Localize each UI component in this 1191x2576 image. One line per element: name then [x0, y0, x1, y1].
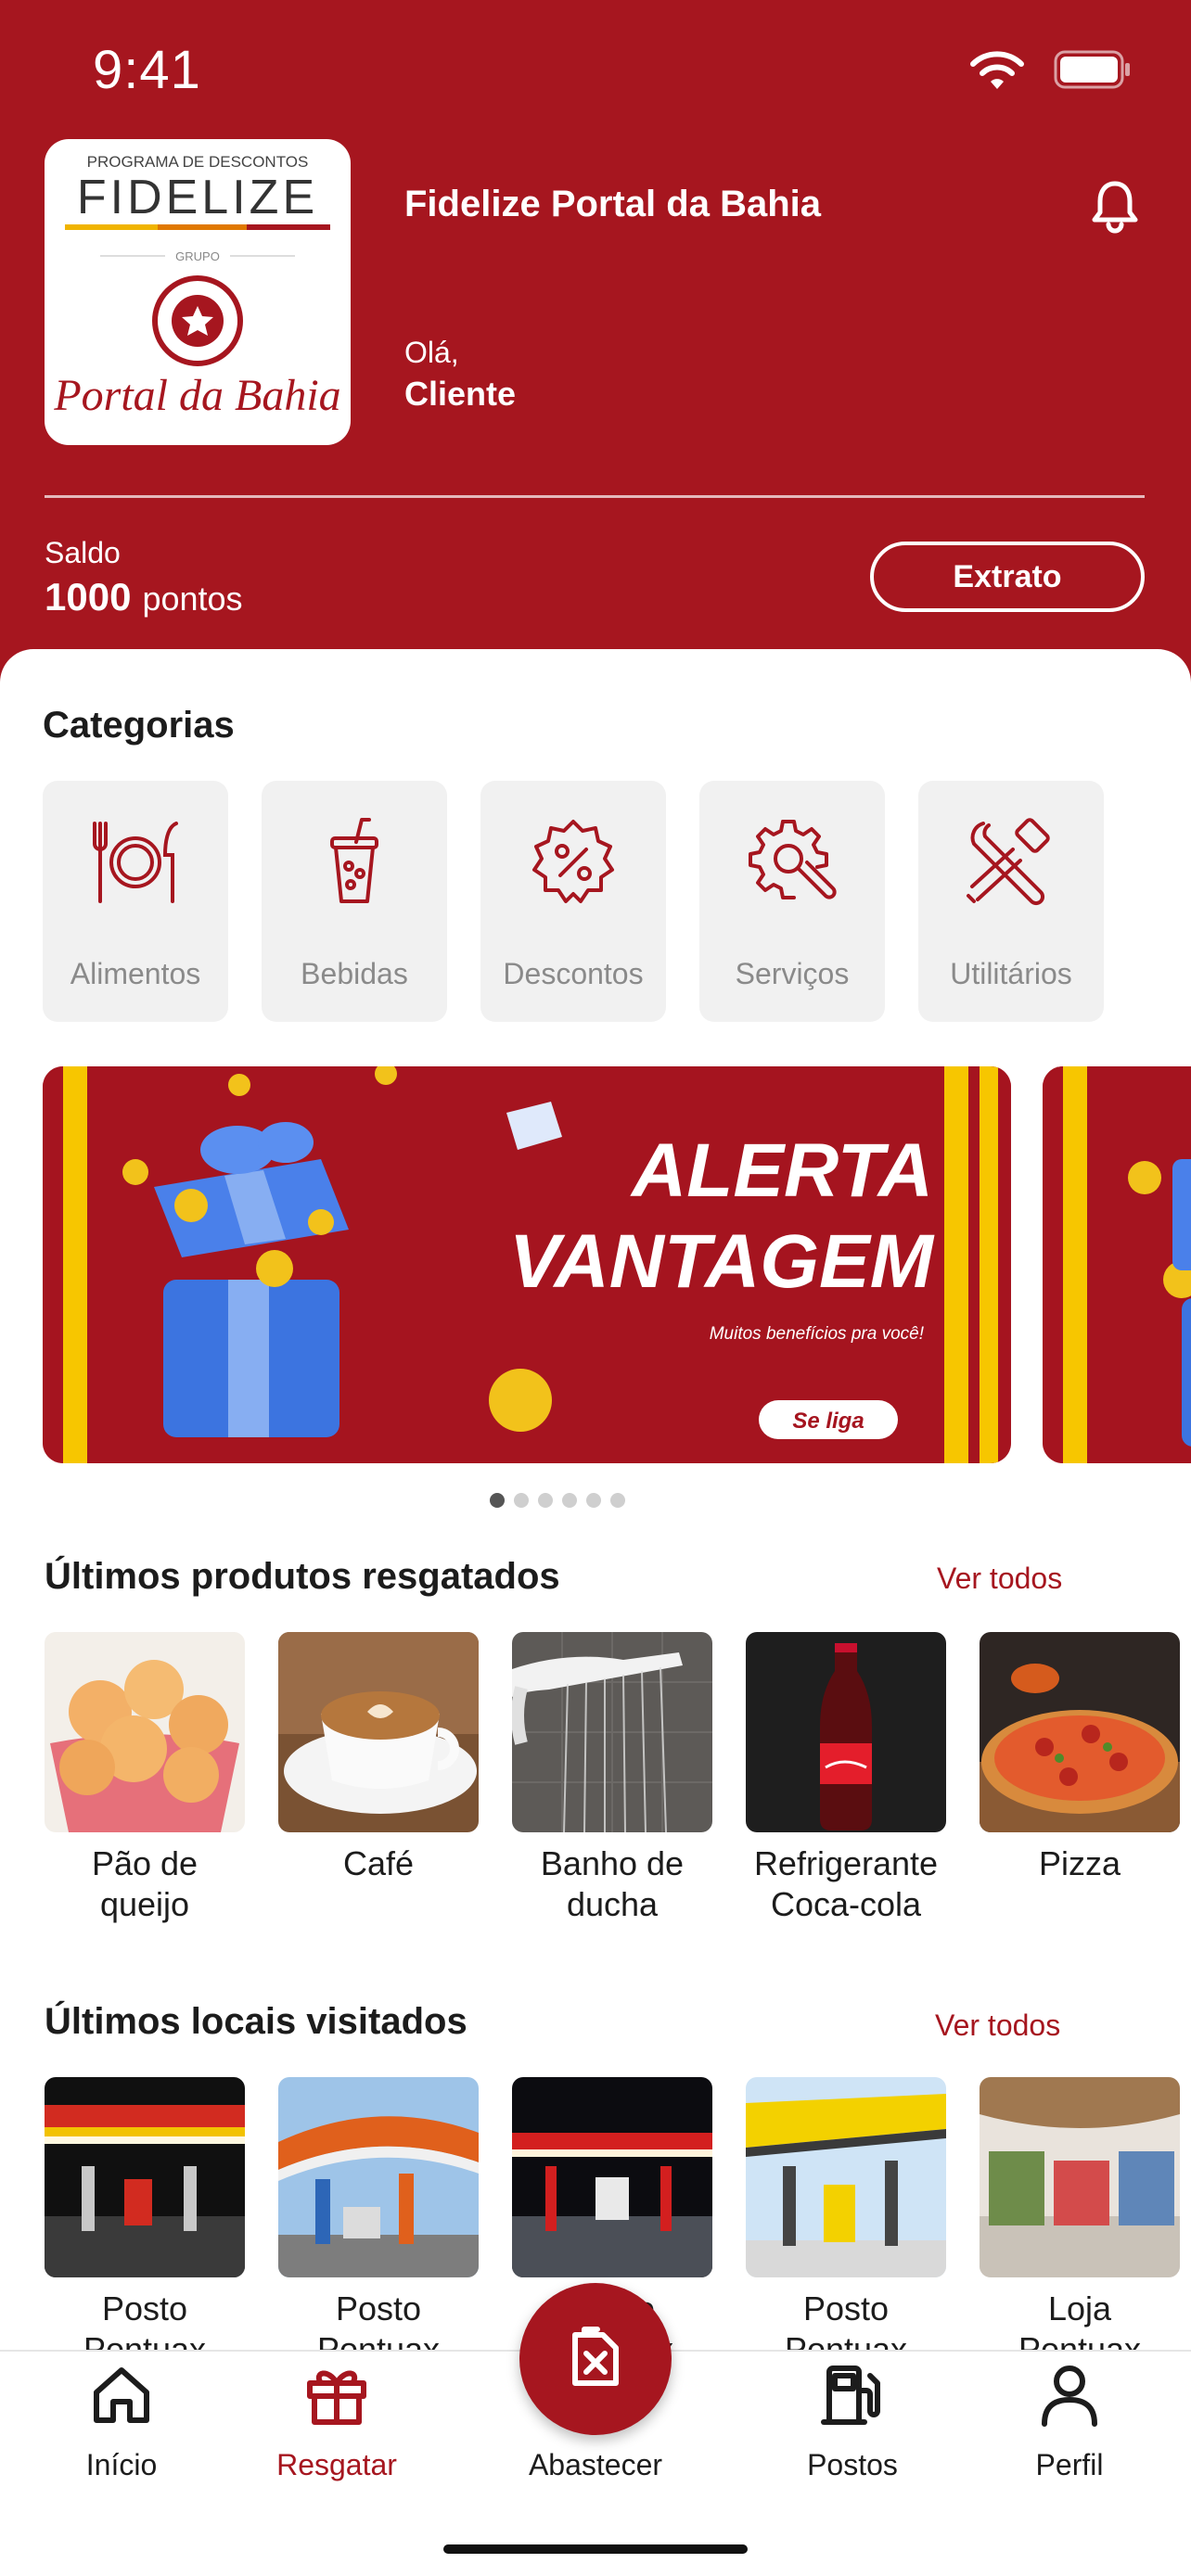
- place-name-line1: Posto: [802, 2289, 890, 2327]
- user-icon: [1042, 2366, 1097, 2427]
- product-name-line1: Pizza: [1038, 1844, 1121, 1882]
- banner-line2: VANTAGEM: [509, 1219, 935, 1304]
- nav-label: Resgatar: [276, 2448, 397, 2481]
- balance-value: 1000: [45, 575, 132, 618]
- place-name-line1: Posto: [101, 2289, 188, 2327]
- abastecer-button[interactable]: [519, 2283, 672, 2435]
- place-card[interactable]: Posto Pontuax: [746, 2077, 946, 2370]
- category-bebidas[interactable]: Bebidas: [262, 781, 447, 1022]
- home-indicator: [443, 2544, 748, 2554]
- product-image-pao-de-queijo: [45, 1632, 245, 1832]
- promo-banner-next[interactable]: [1043, 1066, 1191, 1463]
- carousel-dot[interactable]: [562, 1493, 577, 1508]
- gear-wrench-icon: [749, 820, 837, 899]
- percent-badge-icon: [532, 820, 614, 903]
- fuel-can-icon: [572, 2327, 619, 2386]
- banner-line1: ALERTA: [630, 1129, 933, 1213]
- product-image-coca-cola: [746, 1632, 946, 1832]
- categories-title: Categorias: [43, 705, 235, 746]
- product-card[interactable]: Pizza: [980, 1632, 1180, 1884]
- carousel-dot[interactable]: [586, 1493, 601, 1508]
- nav-postos[interactable]: Postos: [764, 2361, 941, 2500]
- nav-label: Início: [85, 2448, 158, 2481]
- balance-unit: pontos: [142, 580, 243, 618]
- gift-icon: [307, 2370, 366, 2425]
- carousel-dot[interactable]: [610, 1493, 625, 1508]
- app-title: Fidelize Portal da Bahia: [404, 184, 822, 224]
- product-image-ducha: [512, 1632, 712, 1832]
- recent-places-title: Últimos locais visitados: [45, 2001, 467, 2042]
- category-label: Descontos: [503, 957, 644, 990]
- carousel-dot[interactable]: [514, 1493, 529, 1508]
- logo-line2: FIDELIZE: [77, 171, 318, 224]
- greeting-text: Olá,: [404, 336, 459, 369]
- status-time: 9:41: [93, 40, 201, 100]
- promo-banner[interactable]: ALERTA VANTAGEM Muitos benefícios pra vo…: [43, 1066, 1011, 1463]
- carousel-dot-active[interactable]: [490, 1493, 505, 1508]
- place-card[interactable]: Loja Pontuax: [980, 2077, 1180, 2370]
- wifi-icon: [970, 51, 1024, 89]
- nav-perfil[interactable]: Perfil: [981, 2361, 1158, 2500]
- battery-icon: [1054, 50, 1130, 89]
- category-descontos[interactable]: Descontos: [480, 781, 666, 1022]
- carousel-dot[interactable]: [538, 1493, 553, 1508]
- product-card[interactable]: Pão de queijo: [45, 1632, 245, 1925]
- plate-cutlery-icon: [93, 822, 178, 903]
- product-card[interactable]: Banho de ducha: [512, 1632, 712, 1925]
- tools-icon: [967, 818, 1050, 906]
- banner-tagline: Muitos benefícios pra você!: [710, 1324, 925, 1344]
- banner-cta: Se liga: [792, 1409, 864, 1434]
- place-card[interactable]: Posto Pontuax: [278, 2077, 479, 2370]
- place-image: [512, 2077, 712, 2277]
- place-image: [45, 2077, 245, 2277]
- product-card[interactable]: Refrigerante Coca-cola: [746, 1632, 946, 1925]
- nav-label: Perfil: [1035, 2448, 1104, 2481]
- logo-line4: Portal da Bahia: [53, 371, 340, 420]
- product-name-line1: Pão de: [91, 1844, 198, 1882]
- category-utilitarios[interactable]: Utilitários: [918, 781, 1104, 1022]
- product-name-line2: ducha: [566, 1885, 659, 1923]
- nav-resgatar[interactable]: Resgatar: [249, 2361, 425, 2500]
- logo-line1: PROGRAMA DE DESCONTOS: [87, 153, 309, 171]
- category-servicos[interactable]: Serviços: [699, 781, 885, 1022]
- nav-inicio[interactable]: Início: [33, 2361, 210, 2500]
- product-name-line1: Banho de: [540, 1844, 685, 1882]
- extrato-button[interactable]: Extrato: [870, 542, 1145, 612]
- drink-cup-icon: [330, 818, 378, 903]
- category-label: Utilitários: [950, 957, 1072, 990]
- place-name-line1: Posto: [335, 2289, 422, 2327]
- nav-label-abastecer: Abastecer: [528, 2448, 663, 2481]
- bell-icon[interactable]: [1089, 178, 1141, 234]
- brand-logo: PROGRAMA DE DESCONTOS FIDELIZE GRUPO Por…: [45, 139, 351, 445]
- place-name-line1: Loja: [1047, 2289, 1112, 2327]
- category-label: Serviços: [735, 957, 850, 990]
- fuel-pump-icon: [821, 2366, 880, 2425]
- product-name-line1: Café: [342, 1844, 415, 1882]
- product-name-line2: Coca-cola: [770, 1885, 922, 1923]
- product-image-cafe: [278, 1632, 479, 1832]
- header-divider: [45, 495, 1145, 498]
- carousel-dots[interactable]: [490, 1493, 625, 1508]
- nav-label: Postos: [807, 2448, 898, 2481]
- recent-products-see-all[interactable]: Ver todos: [937, 1562, 1062, 1596]
- recent-places-see-all[interactable]: Ver todos: [935, 2009, 1060, 2043]
- balance-label: Saldo: [45, 536, 121, 569]
- product-card[interactable]: Café: [278, 1632, 479, 1884]
- place-image: [746, 2077, 946, 2277]
- place-card[interactable]: Posto Pontuax: [45, 2077, 245, 2370]
- balance: 1000 pontos: [45, 575, 243, 619]
- product-name-line1: Refrigerante: [753, 1844, 939, 1882]
- place-image: [980, 2077, 1180, 2277]
- logo-line3: GRUPO: [175, 249, 220, 263]
- home-icon: [94, 2367, 149, 2423]
- category-alimentos[interactable]: Alimentos: [43, 781, 228, 1022]
- product-image-pizza: [980, 1632, 1180, 1832]
- place-image: [278, 2077, 479, 2277]
- user-name: Cliente: [404, 375, 517, 413]
- category-label: Alimentos: [70, 957, 201, 990]
- product-name-line2: queijo: [99, 1885, 190, 1923]
- recent-products-title: Últimos produtos resgatados: [45, 1556, 560, 1597]
- category-label: Bebidas: [301, 957, 408, 990]
